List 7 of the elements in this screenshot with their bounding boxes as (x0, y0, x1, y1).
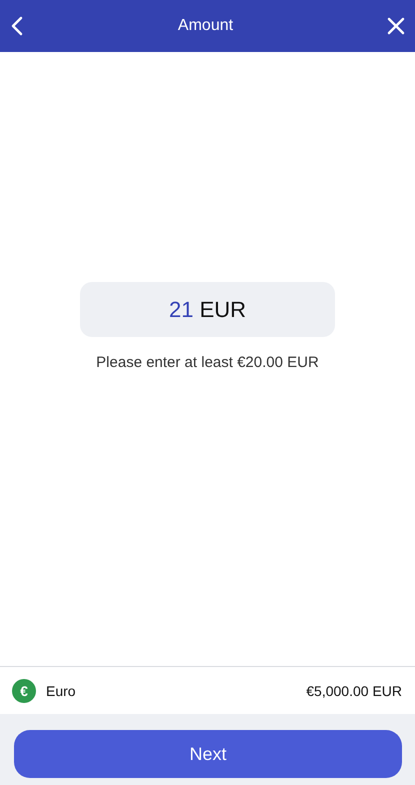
currency-icon: € (12, 678, 36, 702)
amount-field[interactable]: 21 EUR (80, 282, 335, 337)
screen-title: Amount (178, 17, 234, 35)
next-button[interactable]: Next (14, 730, 402, 778)
account-name: Euro (46, 682, 77, 698)
minimum-hint: Please enter at least €20.00 EUR (96, 354, 319, 371)
account-balance: €5,000.00 EUR (306, 682, 402, 698)
